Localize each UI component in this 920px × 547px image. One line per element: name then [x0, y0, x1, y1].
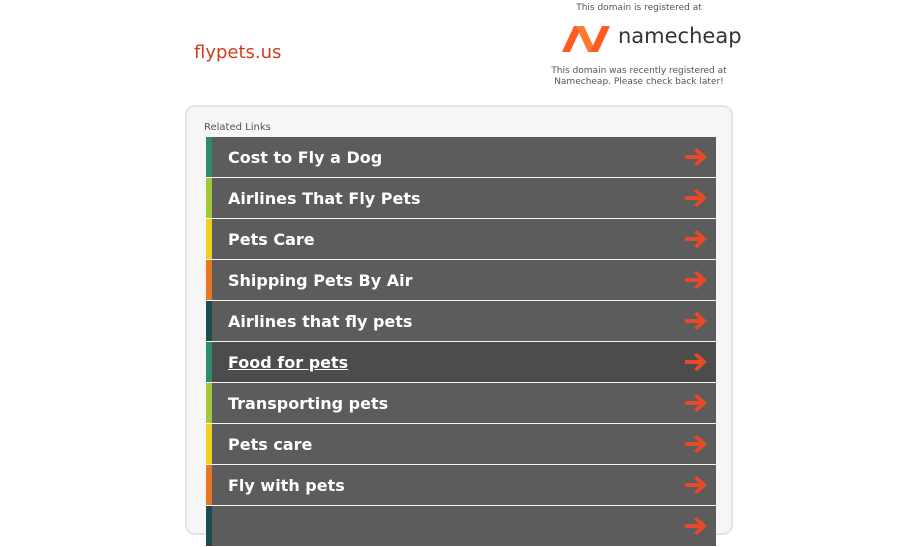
arrow-right-icon	[685, 148, 707, 166]
color-stripe	[206, 178, 212, 218]
related-link-label[interactable]: Food for pets	[228, 353, 348, 372]
color-stripe	[206, 137, 212, 177]
related-link-item[interactable]	[206, 506, 716, 546]
related-link-label[interactable]: Pets Care	[228, 230, 315, 249]
related-link-item[interactable]: Shipping Pets By Air	[206, 260, 716, 300]
namecheap-wordmark: namecheap	[618, 24, 742, 48]
color-stripe	[206, 342, 212, 382]
arrow-right-icon	[685, 189, 707, 207]
namecheap-logo[interactable]: namecheap	[560, 20, 742, 58]
registered-at-text: This domain is registered at	[576, 3, 702, 13]
page-header: flypets.us This domain is registered at …	[0, 0, 920, 100]
color-stripe	[206, 260, 212, 300]
related-link-item[interactable]: Pets care	[206, 424, 716, 464]
related-link-item[interactable]: Pets Care	[206, 219, 716, 259]
related-link-label[interactable]: Fly with pets	[228, 476, 345, 495]
related-link-label[interactable]: Pets care	[228, 435, 312, 454]
color-stripe	[206, 301, 212, 341]
arrow-right-icon	[685, 476, 707, 494]
arrow-right-icon	[685, 271, 707, 289]
related-link-item[interactable]: Fly with pets	[206, 465, 716, 505]
domain-name-link[interactable]: flypets.us	[194, 42, 281, 63]
color-stripe	[206, 383, 212, 423]
namecheap-n-icon	[562, 26, 610, 52]
arrow-right-icon	[685, 517, 707, 535]
arrow-right-icon	[685, 353, 707, 371]
related-links-list: Cost to Fly a Dog Airlines That Fly Pets P…	[206, 137, 716, 547]
arrow-right-icon	[685, 435, 707, 453]
registered-notice-line2: Namecheap. Please check back later!	[554, 77, 724, 87]
color-stripe	[206, 465, 212, 505]
arrow-right-icon	[685, 230, 707, 248]
related-link-label[interactable]: Transporting pets	[228, 394, 388, 413]
registered-notice: This domain was recently registered at N…	[546, 66, 732, 88]
registrar-box: This domain is registered at namecheap T…	[546, 0, 742, 92]
related-link-label[interactable]: Airlines That Fly Pets	[228, 189, 421, 208]
related-link-label[interactable]: Shipping Pets By Air	[228, 271, 412, 290]
registered-notice-line1: This domain was recently registered at	[551, 66, 727, 76]
related-links-heading: Related Links	[204, 122, 271, 133]
related-link-item[interactable]: Cost to Fly a Dog	[206, 137, 716, 177]
arrow-right-icon	[685, 312, 707, 330]
related-link-item[interactable]: Transporting pets	[206, 383, 716, 423]
related-link-label[interactable]: Cost to Fly a Dog	[228, 148, 382, 167]
related-links-panel: Related Links Cost to Fly a Dog Airlines …	[185, 105, 733, 546]
related-link-item[interactable]: Airlines That Fly Pets	[206, 178, 716, 218]
related-link-item[interactable]: Food for pets	[206, 342, 716, 382]
related-link-item[interactable]: Airlines that fly pets	[206, 301, 716, 341]
color-stripe	[206, 424, 212, 464]
arrow-right-icon	[685, 394, 707, 412]
color-stripe	[206, 506, 212, 546]
related-link-label[interactable]: Airlines that fly pets	[228, 312, 412, 331]
color-stripe	[206, 219, 212, 259]
